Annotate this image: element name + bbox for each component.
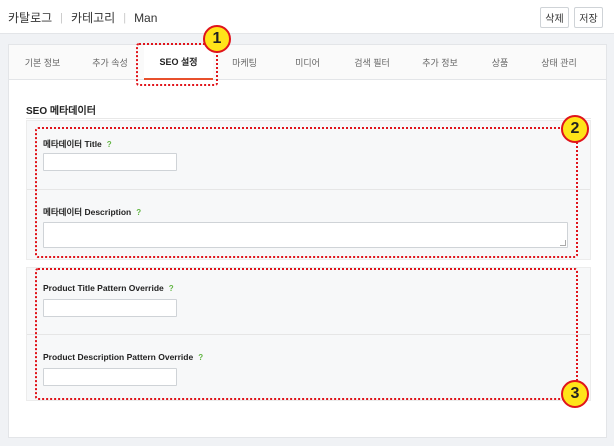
delete-button[interactable]: 삭제: [540, 7, 569, 28]
meta-title-input[interactable]: [43, 153, 177, 171]
callout-badge-1: 1: [203, 25, 231, 53]
product-description-pattern-label-text: Product Description Pattern Override: [43, 352, 194, 362]
callout-badge-2: 2: [561, 115, 589, 143]
tab-status-management[interactable]: 상태 관리: [525, 45, 593, 80]
help-icon[interactable]: ?: [169, 284, 174, 293]
help-icon[interactable]: ?: [198, 353, 203, 362]
meta-description-label-text: 메타데이터 Description: [43, 207, 132, 217]
meta-fields-group: 메타데이터 Title ? 메타데이터 Description ?: [26, 120, 591, 260]
meta-description-label: 메타데이터 Description ?: [43, 206, 141, 218]
product-title-pattern-input[interactable]: [43, 299, 177, 317]
breadcrumb-item-catalog[interactable]: 카탈로그: [8, 9, 52, 26]
top-bar: 카탈로그 | 카테고리 | Man 삭제 저장: [0, 0, 614, 34]
tab-seo-settings[interactable]: SEO 설정: [144, 45, 213, 80]
breadcrumb-separator: |: [60, 11, 64, 24]
help-icon[interactable]: ?: [136, 208, 141, 217]
meta-description-textarea[interactable]: [43, 222, 568, 248]
content-card: 기본 정보 추가 속성 SEO 설정 마케팅 미디어 검색 필터 추가 정보 상…: [8, 44, 607, 438]
breadcrumb: 카탈로그 | 카테고리 | Man: [8, 9, 157, 26]
field-divider: [27, 334, 590, 335]
breadcrumb-item-current: Man: [134, 10, 158, 25]
pattern-fields-group: Product Title Pattern Override ? Product…: [26, 267, 591, 401]
section-title: SEO 메타데이터: [26, 106, 96, 117]
product-title-pattern-label-text: Product Title Pattern Override: [43, 283, 164, 293]
product-description-pattern-label: Product Description Pattern Override ?: [43, 352, 203, 362]
meta-title-label-text: 메타데이터 Title: [43, 139, 102, 149]
breadcrumb-separator: |: [123, 11, 127, 24]
save-button[interactable]: 저장: [574, 7, 603, 28]
tab-additional-info[interactable]: 추가 정보: [405, 45, 475, 80]
field-divider: [27, 189, 590, 190]
callout-badge-3: 3: [561, 380, 589, 408]
tab-products[interactable]: 상품: [475, 45, 525, 80]
resize-grip-icon[interactable]: [560, 240, 566, 246]
tab-extra-attributes[interactable]: 추가 속성: [76, 45, 144, 80]
tab-search-filter[interactable]: 검색 필터: [339, 45, 405, 80]
meta-title-label: 메타데이터 Title ?: [43, 138, 112, 150]
tab-basic-info[interactable]: 기본 정보: [9, 45, 76, 80]
product-description-pattern-input[interactable]: [43, 368, 177, 386]
help-icon[interactable]: ?: [107, 140, 112, 149]
tab-media[interactable]: 미디어: [276, 45, 339, 80]
tab-bar: 기본 정보 추가 속성 SEO 설정 마케팅 미디어 검색 필터 추가 정보 상…: [9, 45, 606, 80]
breadcrumb-item-category[interactable]: 카테고리: [71, 9, 115, 26]
section-divider: [26, 118, 591, 119]
product-title-pattern-label: Product Title Pattern Override ?: [43, 283, 174, 293]
